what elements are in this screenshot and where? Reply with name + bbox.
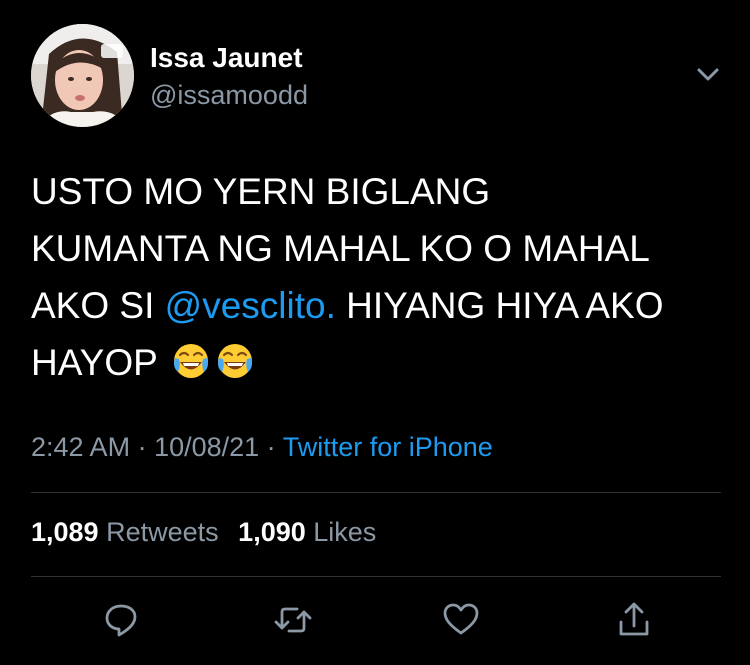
tweet-text-line: AKO SI @vesclito. HIYANG HIYA AKO — [31, 277, 731, 334]
share-icon — [619, 602, 649, 636]
tweet-time[interactable]: 2:42 AM — [31, 432, 130, 462]
author-display-name[interactable]: Issa Jaunet — [150, 42, 303, 74]
retweets-label: Retweets — [106, 517, 219, 547]
author-handle[interactable]: @issamoodd — [150, 80, 308, 111]
chevron-down-icon — [697, 68, 719, 81]
meta-separator: · — [259, 432, 283, 462]
tweet-text: USTO MO YERN BIGLANG KUMANTA NG MAHAL KO… — [31, 163, 731, 391]
tweet-text-line: KUMANTA NG MAHAL KO O MAHAL — [31, 228, 650, 269]
divider — [31, 492, 721, 493]
retweet-button[interactable] — [271, 598, 315, 642]
tweet-text-line: HAYOP — [31, 334, 731, 391]
tweet-text-line: USTO MO YERN BIGLANG — [31, 171, 491, 212]
tweet-text-segment: HAYOP — [31, 342, 158, 383]
more-options-button[interactable] — [690, 60, 726, 90]
tweet-date[interactable]: 10/08/21 — [154, 432, 259, 462]
action-bar — [0, 598, 750, 642]
face-with-tears-of-joy-icon — [174, 344, 209, 378]
tweet-meta: 2:42 AM · 10/08/21 · Twitter for iPhone — [31, 432, 493, 463]
likes-label: Likes — [313, 517, 377, 547]
divider — [31, 576, 721, 577]
reply-button[interactable] — [99, 598, 143, 642]
likes-stat[interactable]: 1,090 Likes — [238, 517, 388, 547]
meta-separator: · — [130, 432, 155, 462]
reply-icon — [105, 604, 137, 637]
share-button[interactable] — [612, 598, 656, 642]
like-button[interactable] — [439, 598, 483, 642]
tweet-stats: 1,089 Retweets 1,090 Likes — [31, 517, 388, 548]
avatar[interactable] — [31, 24, 134, 127]
likes-count: 1,090 — [238, 517, 306, 547]
retweet-icon — [274, 607, 312, 633]
mention-link[interactable]: @vesclito. — [165, 285, 336, 326]
tweet-source-link[interactable]: Twitter for iPhone — [283, 432, 493, 462]
retweets-stat[interactable]: 1,089 Retweets — [31, 517, 231, 547]
like-icon — [443, 603, 479, 635]
retweets-count: 1,089 — [31, 517, 99, 547]
face-with-tears-of-joy-icon — [218, 344, 253, 378]
tweet-text-segment: AKO SI — [31, 285, 165, 326]
tweet-text-segment: HIYANG HIYA AKO — [335, 285, 664, 326]
